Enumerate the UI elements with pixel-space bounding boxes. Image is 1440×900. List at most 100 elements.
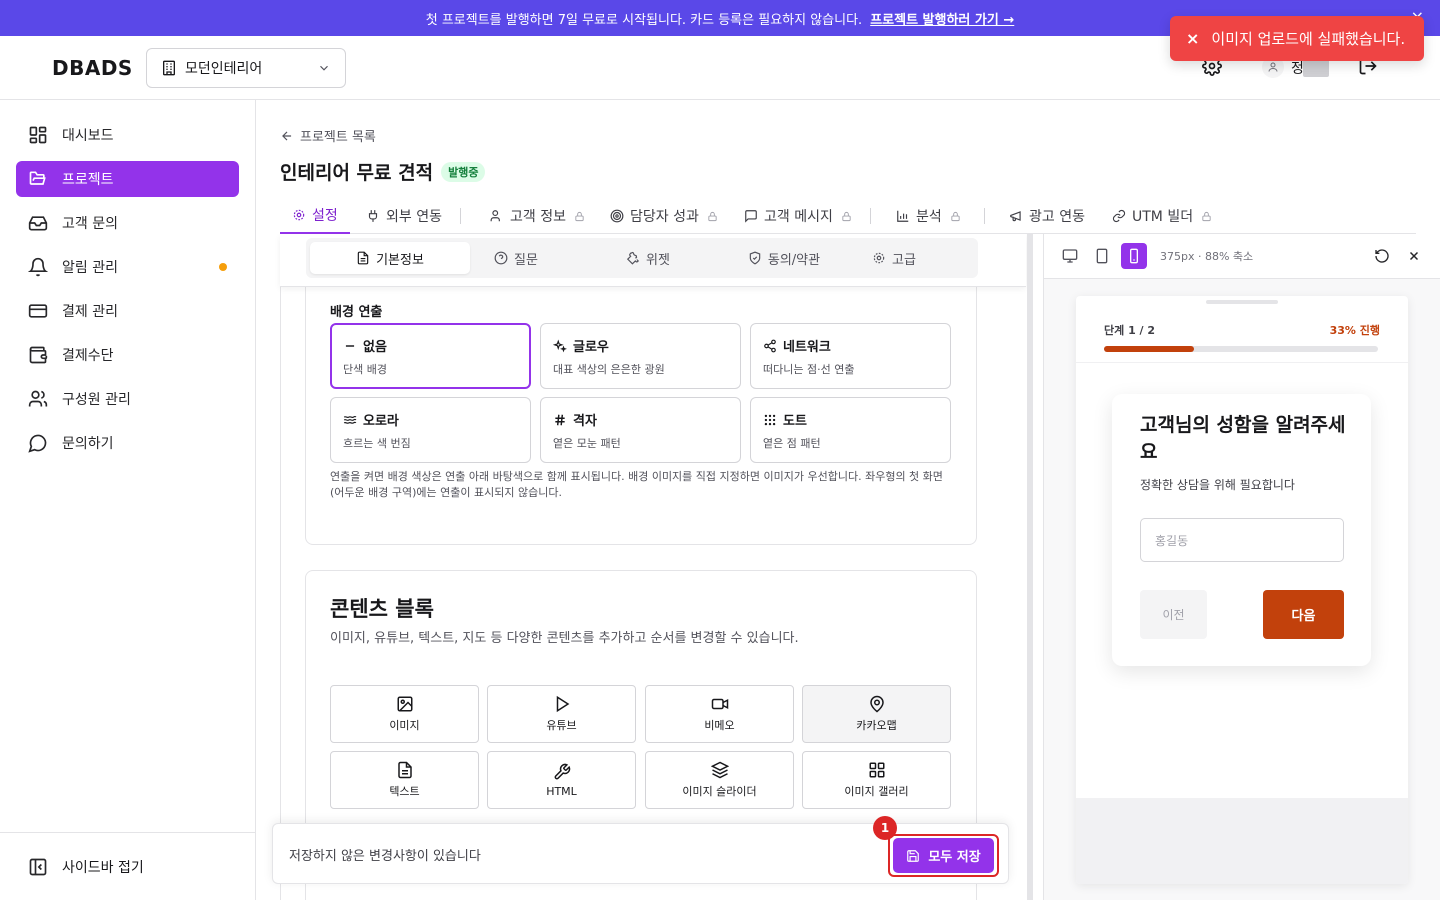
bg-option-none[interactable]: 없음 단색 배경 [330,323,531,389]
mobile-view-button[interactable] [1121,243,1147,269]
tab-settings[interactable]: 설정 [280,198,350,234]
desktop-view-button[interactable] [1057,243,1083,269]
editor-border [280,234,281,900]
prev-button[interactable]: 이전 [1140,590,1207,639]
gear-icon [872,251,886,265]
block-image-slider-button[interactable]: 이미지 슬라이더 [645,751,794,809]
next-button[interactable]: 다음 [1263,590,1344,639]
subtab-label: 질문 [514,252,538,268]
tab-label: 분석 [916,209,942,225]
help-circle-icon [494,251,508,265]
collapse-label: 사이드바 접기 [62,859,144,876]
content-blocks-desc: 이미지, 유튜브, 텍스트, 지도 등 다양한 콘텐츠를 추가하고 순서를 변경… [330,631,799,646]
dashboard-icon [28,125,48,145]
drag-handle [1206,300,1278,304]
tab-label: 설정 [312,208,338,224]
page-title-row: 인테리어 무료 견적 발행중 [280,158,486,185]
refresh-button[interactable] [1369,243,1395,269]
tab-label: UTM 빌더 [1132,209,1194,225]
tab-integrations[interactable]: 외부 연동 [366,198,442,234]
divider [1076,362,1408,363]
image-icon [396,695,414,713]
sidebar-item-dashboard[interactable]: 대시보드 [16,117,239,153]
block-vimeo-button[interactable]: 비메오 [645,685,794,743]
tab-label: 고객 메시지 [764,209,833,225]
option-title: 격자 [573,414,597,429]
inbox-icon [28,213,48,233]
bg-option-aurora[interactable]: 오로라 흐르는 색 번짐 [330,397,531,463]
sidebar-collapse-button[interactable]: 사이드바 접기 [0,832,255,900]
credit-card-icon [28,301,48,321]
bg-option-dots[interactable]: 도트 옅은 점 패턴 [750,397,951,463]
tab-customer-messages[interactable]: 고객 메시지 [744,198,852,234]
block-kakaomap-button[interactable]: 카카오맵 [802,685,951,743]
subtab-label: 고급 [892,252,916,268]
close-icon[interactable]: × [1186,29,1199,48]
banner-link[interactable]: 프로젝트 발행하러 가기 → [870,9,1014,28]
block-image-button[interactable]: 이미지 [330,685,479,743]
block-label: 카카오맵 [856,719,897,732]
sidebar-item-payment-methods[interactable]: 결제수단 [16,337,239,373]
subtab-label: 동의/약관 [767,252,821,268]
map-pin-icon [868,695,886,713]
unsaved-changes-bar: 저장하지 않은 변경사항이 있습니다 모두 저장 1 [272,816,1009,884]
wave-icon [343,413,357,427]
tab-label: 외부 연동 [386,209,442,225]
close-preview-button[interactable] [1401,243,1427,269]
subtab-label: 위젯 [646,252,670,268]
link-icon [1112,209,1126,223]
logo[interactable]: DBADS [52,56,133,80]
background-label: 배경 연출 [330,305,383,320]
users-icon [28,389,48,409]
layers-icon [710,761,729,779]
name-input[interactable]: 홍길동 [1140,518,1344,562]
block-label: 텍스트 [389,785,420,798]
option-desc: 떠다니는 점·선 연출 [763,363,855,376]
save-all-button[interactable]: 모두 저장 [893,838,994,873]
block-html-button[interactable]: HTML [487,751,636,809]
block-image-gallery-button[interactable]: 이미지 갤러리 [802,751,951,809]
page-title: 인테리어 무료 견적 [280,162,434,184]
gear-icon [292,208,306,222]
sidebar-item-contact[interactable]: 문의하기 [16,425,239,461]
sidebar-item-notifications[interactable]: 알림 관리 [16,249,239,285]
save-icon [906,849,920,863]
block-text-button[interactable]: 텍스트 [330,751,479,809]
tablet-view-button[interactable] [1089,243,1115,269]
network-icon [763,339,777,353]
bg-option-glow[interactable]: 글로우 대표 색상의 은은한 광원 [540,323,741,389]
subtab-label: 기본정보 [376,252,424,268]
question-title: 고객님의 성함을 알려주세요 [1140,414,1346,463]
tab-label: 광고 연동 [1029,209,1085,225]
bg-option-grid[interactable]: 격자 옅은 모눈 패턴 [540,397,741,463]
sidebar-item-projects[interactable]: 프로젝트 [16,161,239,197]
workspace-selector[interactable]: 모던인테리어 [146,48,346,88]
tab-staff-performance[interactable]: 담당자 성과 [610,198,718,234]
mobile-preview-frame: 단계 1 / 2 33% 진행 고객님의 성함을 알려주세요 정확한 상담을 위… [1076,296,1408,884]
scrollbar[interactable] [1027,234,1033,900]
tab-customer-info[interactable]: 고객 정보 [490,198,585,234]
tab-ad-integrations[interactable]: 광고 연동 [1009,198,1085,234]
preview-size-info: 375px · 88% 축소 [1160,250,1254,263]
tab-utm-builder[interactable]: UTM 빌더 [1112,198,1212,234]
option-title: 오로라 [363,414,399,429]
file-text-icon [356,251,370,265]
tab-divider [984,208,985,224]
block-label: HTML [546,784,577,798]
option-desc: 대표 색상의 은은한 광원 [553,363,665,376]
tab-divider [460,208,461,224]
bg-option-network[interactable]: 네트워크 떠다니는 점·선 연출 [750,323,951,389]
workspace-name: 모던인테리어 [185,61,263,77]
block-label: 이미지 슬라이더 [682,785,757,798]
tablet-icon [1094,248,1110,264]
subtab-advanced[interactable]: 고급 [814,242,974,274]
progress-fill [1104,346,1195,352]
block-youtube-button[interactable]: 유튜브 [487,685,636,743]
block-label: 이미지 [389,719,420,732]
toast-message: 이미지 업로드에 실패했습니다. [1211,30,1406,48]
tab-analytics[interactable]: 분석 [896,198,961,234]
sidebar-item-inquiries[interactable]: 고객 문의 [16,205,239,241]
back-link[interactable]: 프로젝트 목록 [280,126,376,145]
sidebar-item-billing[interactable]: 결제 관리 [16,293,239,329]
sidebar-item-members[interactable]: 구성원 관리 [16,381,239,417]
